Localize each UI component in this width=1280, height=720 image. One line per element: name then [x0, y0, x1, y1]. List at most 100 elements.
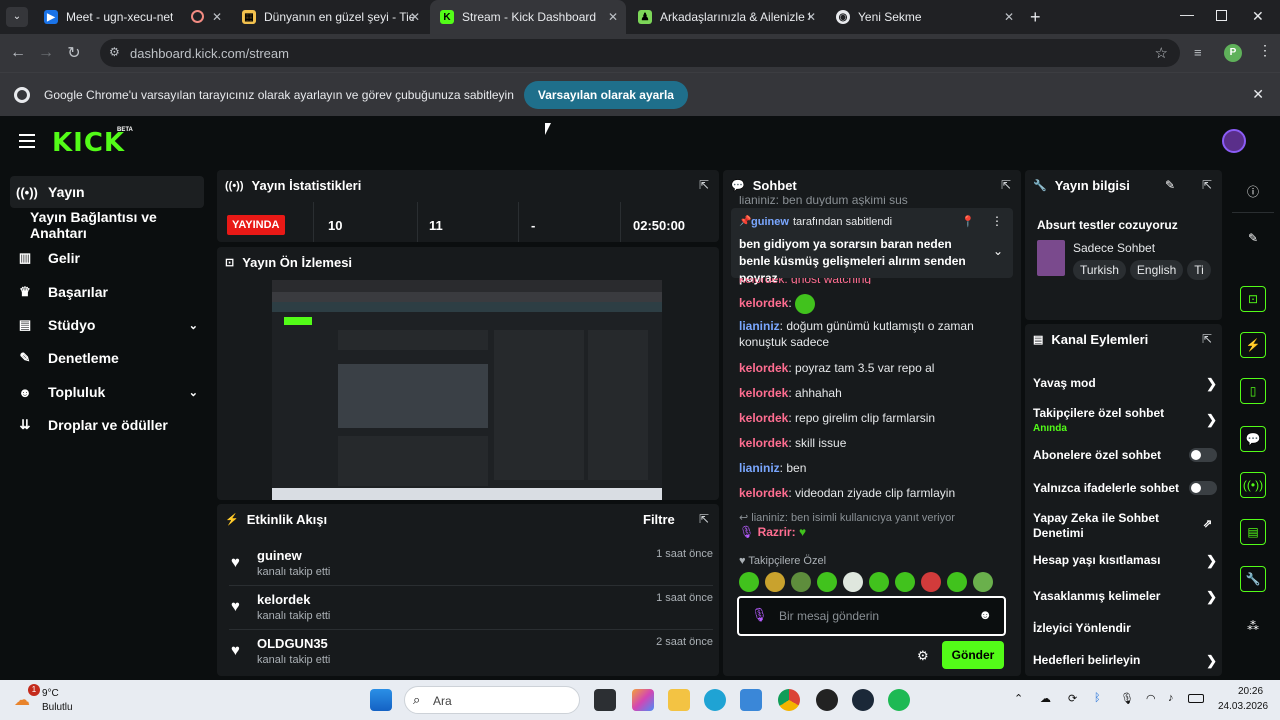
popout-icon[interactable]: ⇱ [699, 512, 709, 526]
tray-icon[interactable]: ⟳ [1068, 692, 1077, 705]
followers-only-action[interactable]: Takipçilere özel sohbet Anında ❯ [1033, 406, 1217, 436]
sidebar-item-community[interactable]: ☻ Topluluk ⌄ [10, 376, 204, 408]
sidebar-item-achievements[interactable]: ♛ Başarılar [10, 276, 204, 308]
media-control-icon[interactable]: ≡ [1194, 45, 1202, 60]
spotify-icon[interactable] [888, 689, 910, 711]
browser-tab[interactable]: ▦ Dünyanın en güzel şeyi - Tier Lis ✕ [232, 0, 428, 34]
chat-username[interactable]: lianiniz [739, 461, 780, 475]
mic-tray-icon[interactable]: 🎙 [1120, 692, 1134, 705]
actions-panel-icon[interactable]: ▤ [1240, 519, 1266, 545]
close-tab-icon[interactable]: ✕ [608, 10, 618, 24]
emote-icon[interactable] [765, 572, 785, 592]
activity-user[interactable]: guinew [257, 548, 302, 563]
popout-icon[interactable]: ⇱ [1202, 178, 1212, 192]
chat-username[interactable]: lianiniz [739, 319, 780, 333]
clock-date[interactable]: 24.03.2026 [1218, 701, 1268, 712]
close-tab-icon[interactable]: ✕ [1004, 10, 1014, 24]
forward-icon[interactable]: → [32, 44, 60, 62]
emote-icon[interactable] [869, 572, 889, 592]
chat-username[interactable]: kelordek [739, 386, 788, 400]
kick-logo[interactable]: KICK [52, 128, 125, 158]
windows-start-icon[interactable] [370, 689, 392, 711]
task-view-icon[interactable] [594, 689, 616, 711]
emote-icon[interactable] [843, 572, 863, 592]
raid-action[interactable]: İzleyici Yönlendir [1033, 621, 1217, 636]
chat-username[interactable]: kelordek [739, 436, 788, 450]
emote-icon[interactable] [973, 572, 993, 592]
tab-search-button[interactable]: ⌄ [6, 7, 28, 27]
tag[interactable]: Ti [1187, 260, 1211, 280]
sidebar-item-revenue[interactable]: ▥ Gelir [10, 242, 204, 274]
back-icon[interactable]: ← [4, 44, 32, 62]
chat-settings-icon[interactable]: ⚙ [917, 648, 929, 664]
chat-input[interactable]: 🎙 Bir mesaj gönderin ☻ [737, 596, 1006, 636]
subscribers-only-toggle[interactable] [1189, 448, 1217, 462]
file-explorer-icon[interactable] [668, 689, 690, 711]
tag[interactable]: Turkish [1073, 260, 1126, 280]
pinned-message[interactable]: 📌 guinew tarafından sabitlendi 📍 ⋮ ben g… [731, 208, 1013, 285]
chevron-down-icon[interactable]: ⌄ [993, 244, 1003, 258]
emote-icon[interactable] [947, 572, 967, 592]
emote-icon[interactable] [895, 572, 915, 592]
popout-icon[interactable]: ⇱ [1202, 332, 1212, 346]
obs-icon[interactable] [816, 689, 838, 711]
bluetooth-icon[interactable]: ᛒ [1094, 692, 1101, 704]
close-tab-icon[interactable]: ✕ [806, 10, 816, 24]
emote-icon[interactable] [739, 572, 759, 592]
edge-icon[interactable] [704, 689, 726, 711]
more-options-icon[interactable]: ⋮ [991, 214, 1003, 228]
chat-panel-icon[interactable]: 💬 [1240, 426, 1266, 452]
taskbar-search[interactable]: ⌕ Ara [404, 686, 580, 714]
emotes-only-toggle[interactable] [1189, 481, 1217, 495]
user-avatar[interactable] [1222, 129, 1246, 153]
chat-username[interactable]: Razrir: [758, 525, 796, 539]
reload-icon[interactable]: ↻ [60, 43, 88, 63]
close-tab-icon[interactable]: ✕ [212, 10, 222, 24]
emote-icon[interactable] [817, 572, 837, 592]
weather-widget[interactable]: ☁ 1 9°C Bulutlu [14, 684, 104, 716]
broadcast-panel-icon[interactable]: ((•)) [1240, 472, 1266, 498]
close-window-icon[interactable]: ✕ [1252, 8, 1264, 25]
browser-tab[interactable]: ▶ Meet - ugn-xecu-net ✕ [34, 0, 230, 34]
send-button[interactable]: Gönder [942, 641, 1004, 669]
battery-icon[interactable] [1188, 694, 1204, 703]
bookmark-star-icon[interactable]: ☆ [1155, 44, 1168, 62]
stream-preview-video[interactable] [272, 280, 662, 500]
site-info-icon[interactable]: ⚙ [109, 45, 120, 59]
tray-icon[interactable]: ☁ [1040, 692, 1051, 705]
add-panel-icon[interactable]: ⁂ [1240, 613, 1266, 639]
account-age-action[interactable]: Hesap yaşı kısıtlaması ❯ [1033, 553, 1217, 568]
emoji-icon[interactable]: ☻ [978, 607, 992, 622]
popout-icon[interactable]: ⇱ [1001, 178, 1011, 192]
bolt-panel-icon[interactable]: ⚡ [1240, 332, 1266, 358]
slow-mode-action[interactable]: Yavaş mod ❯ [1033, 376, 1217, 391]
maximize-icon[interactable] [1216, 10, 1227, 21]
emote-icon[interactable] [921, 572, 941, 592]
camera-panel-icon[interactable]: ⊡ [1240, 286, 1266, 312]
tray-chevron-icon[interactable]: ⌃ [1014, 692, 1023, 705]
close-tab-icon[interactable]: ✕ [410, 10, 420, 24]
sidebar-item-moderation[interactable]: ✎ Denetleme [10, 342, 204, 374]
mic-icon[interactable]: 🎙 [751, 607, 768, 623]
chat-username[interactable]: kelordek [739, 361, 788, 375]
store-icon[interactable] [740, 689, 762, 711]
steam-icon[interactable] [852, 689, 874, 711]
url-bar[interactable]: ⚙ dashboard.kick.com/stream ☆ [100, 39, 1180, 67]
info-icon[interactable]: ⓘ [1240, 178, 1266, 204]
close-infobar-icon[interactable]: ✕ [1252, 86, 1264, 103]
browser-tab-active[interactable]: K Stream - Kick Dashboard ✕ [430, 0, 626, 34]
ai-moderation-action[interactable]: Yapay Zeka ile Sohbet Denetimi ⇗ [1033, 511, 1212, 541]
set-default-button[interactable]: Varsayılan olarak ayarla [523, 80, 688, 109]
sidebar-item-studio[interactable]: ▤ Stüdyo ⌄ [10, 309, 204, 341]
edit-icon[interactable]: ✎ [1165, 178, 1175, 192]
browser-tab[interactable]: ♟ Arkadaşlarınızla & Ailenizle Ücr ✕ [628, 0, 824, 34]
notes-panel-icon[interactable]: ▯ [1240, 378, 1266, 404]
activity-user[interactable]: kelordek [257, 592, 310, 607]
activity-user[interactable]: OLDGUN35 [257, 636, 328, 651]
menu-dots-icon[interactable]: ⋮ [1258, 42, 1272, 59]
sidebar-item-stream[interactable]: ((•)) Yayın [10, 176, 204, 208]
hamburger-menu-icon[interactable] [19, 134, 35, 148]
popout-icon[interactable]: ⇱ [699, 178, 709, 192]
chrome-taskbar-icon[interactable] [778, 689, 800, 711]
tag[interactable]: English [1129, 260, 1184, 280]
